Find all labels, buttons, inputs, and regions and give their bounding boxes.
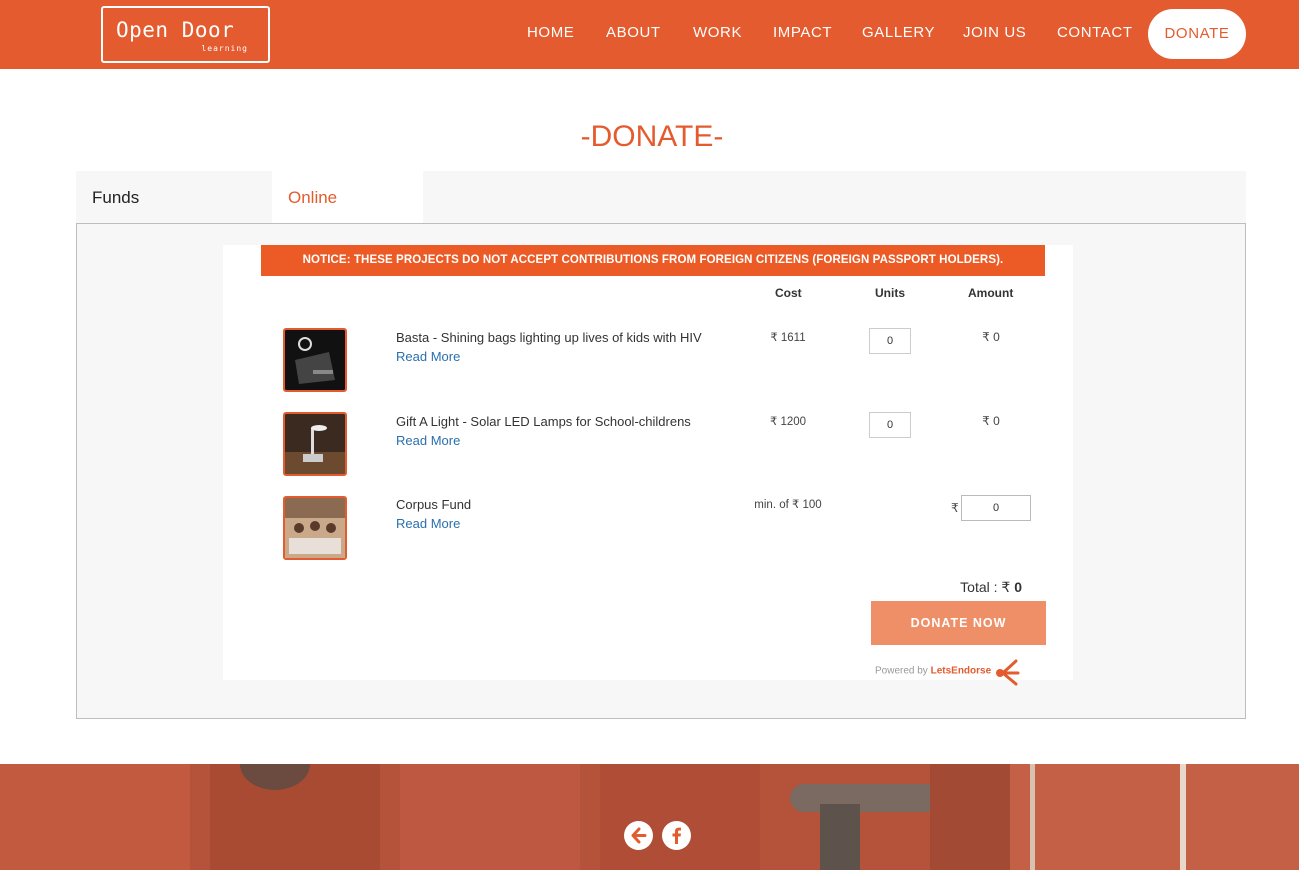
project-cost: ₹ 1200	[769, 416, 807, 428]
top-navbar: Open Door learning HOME ABOUT WORK IMPAC…	[0, 0, 1299, 69]
logo-subtext: learning	[201, 44, 248, 53]
read-more-link[interactable]: Read More	[396, 431, 706, 451]
project-cost: min. of ₹ 100	[754, 499, 822, 511]
nav-home[interactable]: HOME	[527, 24, 574, 41]
project-basta: Basta - Shining bags lighting up lives o…	[396, 328, 706, 367]
arrow-left-icon	[631, 827, 647, 844]
total-value: 0	[1014, 579, 1022, 595]
project-name: Basta - Shining bags lighting up lives o…	[396, 330, 702, 345]
tab-bar: Funds Transfer/Cheque Online Donation	[76, 171, 1246, 260]
wood-door-image	[0, 764, 1299, 870]
project-gift-a-light: Gift A Light - Solar LED Lamps for Schoo…	[396, 412, 706, 451]
nav-about[interactable]: ABOUT	[606, 24, 661, 41]
page-title: -DONATE-	[580, 120, 724, 153]
column-header-amount: Amount	[968, 286, 1014, 300]
column-header-units: Units	[875, 286, 905, 300]
project-name: Gift A Light - Solar LED Lamps for Schoo…	[396, 414, 691, 429]
donation-widget: NOTICE: THESE PROJECTS DO NOT ACCEPT CON…	[223, 245, 1073, 686]
back-arrow-icon[interactable]	[624, 821, 653, 850]
total-label: Total : ₹	[960, 579, 1011, 595]
footer-background	[0, 764, 1299, 870]
nav-join-us[interactable]: JOIN US	[963, 24, 1026, 41]
letsendorse-logo-icon	[995, 659, 1020, 686]
powered-by-label: Powered by	[875, 665, 928, 677]
letsendorse-brand[interactable]: LetsEndorse	[931, 666, 992, 677]
solar-lamp-image	[285, 414, 345, 474]
notice-banner: NOTICE: THESE PROJECTS DO NOT ACCEPT CON…	[261, 245, 1045, 276]
project-amount: ₹ 0	[982, 414, 1000, 428]
tab-online-donation[interactable]: Online Donation	[272, 171, 423, 260]
total-amount: Total : ₹ 0	[923, 579, 1022, 596]
units-input[interactable]: 0	[869, 412, 911, 438]
bag-light-image	[285, 330, 345, 390]
logo-text: Open Door	[116, 18, 235, 42]
classroom-image	[285, 498, 345, 558]
rupee-symbol: ₹	[951, 501, 959, 515]
corpus-amount-input[interactable]: 0	[961, 495, 1031, 521]
donate-now-button[interactable]: DONATE NOW	[871, 601, 1046, 645]
read-more-link[interactable]: Read More	[396, 347, 706, 367]
project-name: Corpus Fund	[396, 497, 472, 512]
tab-funds-transfer[interactable]: Funds Transfer/Cheque	[76, 171, 272, 260]
logo[interactable]: Open Door learning	[101, 6, 270, 63]
facebook-icon[interactable]	[662, 821, 691, 850]
powered-by: Powered by LetsEndorse	[875, 656, 1020, 686]
nav-impact[interactable]: IMPACT	[773, 24, 832, 41]
project-corpus-fund: Corpus Fund Read More	[396, 495, 706, 534]
project-thumbnail-gift-a-light[interactable]	[283, 412, 347, 476]
nav-contact[interactable]: CONTACT	[1057, 24, 1133, 41]
facebook-glyph-icon	[672, 827, 681, 844]
units-input[interactable]: 0	[869, 328, 911, 354]
nav-work[interactable]: WORK	[693, 24, 742, 41]
project-cost: ₹ 1611	[770, 332, 806, 344]
nav-donate-button[interactable]: DONATE	[1148, 9, 1246, 59]
project-thumbnail-corpus-fund[interactable]	[283, 496, 347, 560]
nav-gallery[interactable]: GALLERY	[862, 24, 935, 41]
project-thumbnail-basta[interactable]	[283, 328, 347, 392]
project-amount: ₹ 0	[982, 330, 1000, 344]
column-header-cost: Cost	[775, 286, 802, 300]
read-more-link[interactable]: Read More	[396, 514, 706, 534]
